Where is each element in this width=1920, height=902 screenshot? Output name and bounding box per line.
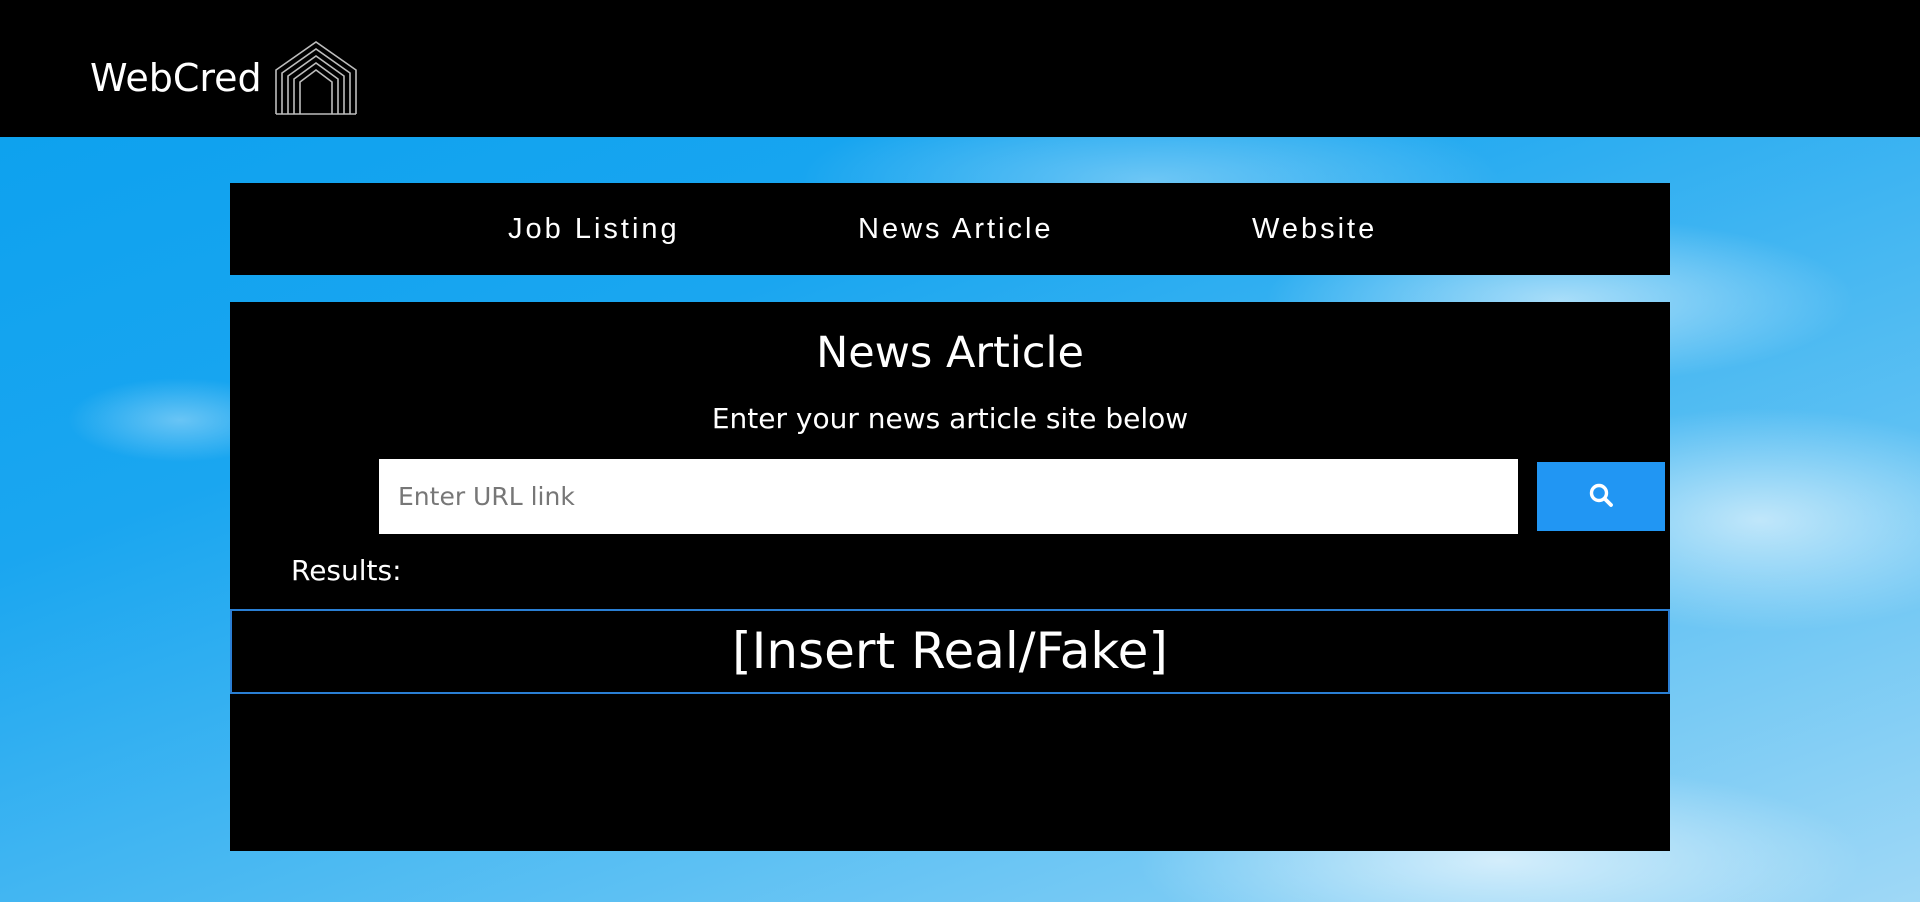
news-article-panel: News Article Enter your news article sit… xyxy=(230,302,1670,851)
url-input[interactable] xyxy=(379,459,1379,534)
brand-name: WebCred xyxy=(90,56,262,100)
page-title: News Article xyxy=(816,328,1084,378)
arch-logo-icon xyxy=(274,40,358,116)
nav-item-website[interactable]: Website xyxy=(1252,183,1377,275)
brand[interactable]: WebCred xyxy=(90,40,358,116)
search-button[interactable] xyxy=(1537,462,1665,531)
nav-item-job-listing[interactable]: Job Listing xyxy=(508,183,680,275)
category-nav: Job Listing News Article Website xyxy=(230,183,1670,275)
search-icon xyxy=(1588,482,1614,511)
result-box: [Insert Real/Fake] xyxy=(230,609,1670,694)
search-bar xyxy=(379,459,1665,534)
result-text: [Insert Real/Fake] xyxy=(732,622,1168,680)
nav-item-news-article[interactable]: News Article xyxy=(858,183,1054,275)
top-header: WebCred xyxy=(0,0,1920,137)
page-subtitle: Enter your news article site below xyxy=(711,402,1189,435)
results-label: Results: xyxy=(291,554,402,587)
